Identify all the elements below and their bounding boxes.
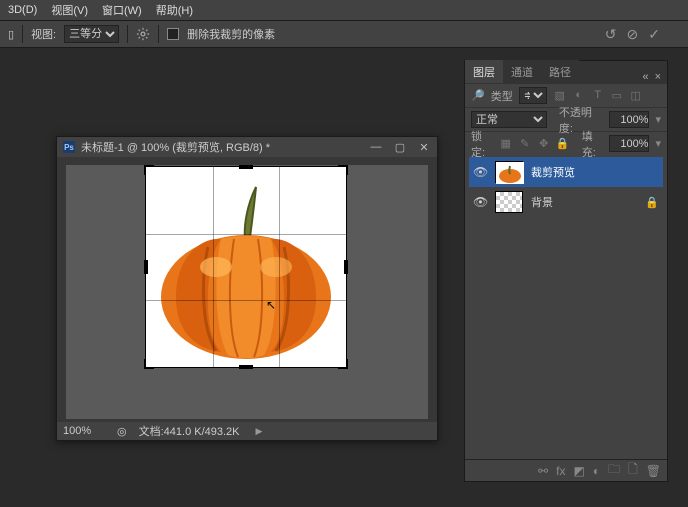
menu-3d[interactable]: 3D(D) bbox=[8, 4, 37, 16]
doc-info[interactable]: 文档:441.0 K/493.2K bbox=[139, 423, 240, 439]
lock-pixels-icon[interactable]: ✎ bbox=[518, 137, 532, 150]
link-layers-icon[interactable]: ⚯ bbox=[538, 464, 548, 478]
document-titlebar[interactable]: Ps 未标题-1 @ 100% (裁剪预览, RGB/8) * — ▢ ✕ bbox=[57, 137, 437, 157]
tab-channels[interactable]: 通道 bbox=[503, 60, 541, 83]
crop-marquee[interactable] bbox=[146, 167, 346, 367]
status-bar: 100% ◎ 文档:441.0 K/493.2K ▶ bbox=[57, 422, 437, 440]
delete-cropped-label: 删除我裁剪的像素 bbox=[187, 26, 275, 42]
minimize-button[interactable]: — bbox=[369, 141, 383, 154]
menu-window[interactable]: 窗口(W) bbox=[102, 2, 142, 18]
opacity-input[interactable] bbox=[609, 111, 649, 128]
layer-thumb[interactable] bbox=[495, 191, 523, 213]
panel-tabs: 图层 通道 路径 « × bbox=[465, 61, 667, 83]
panels-dock: 图层 通道 路径 « × 🔎 类型 ≑ ▧ ◐ T ▭ ◫ bbox=[464, 60, 668, 486]
filter-kind-icon[interactable]: 🔎 bbox=[471, 89, 485, 102]
filter-shape-icon[interactable]: ▭ bbox=[610, 89, 624, 102]
filter-smart-icon[interactable]: ◫ bbox=[629, 89, 643, 102]
crop-handle-b[interactable] bbox=[239, 365, 253, 369]
blend-mode-select[interactable]: 正常 bbox=[471, 111, 547, 128]
mask-icon[interactable]: ◩ bbox=[574, 464, 585, 478]
lock-pos-icon[interactable]: ✥ bbox=[537, 137, 551, 150]
tab-paths[interactable]: 路径 bbox=[541, 60, 579, 83]
crop-handle-t[interactable] bbox=[239, 165, 253, 169]
crop-handle-br[interactable] bbox=[338, 359, 348, 369]
document-title: 未标题-1 @ 100% (裁剪预览, RGB/8) * bbox=[81, 139, 270, 155]
filter-kind-select[interactable]: ≑ bbox=[519, 87, 547, 104]
crop-tool-icon: ▯ bbox=[8, 28, 14, 41]
layer-thumb[interactable] bbox=[495, 161, 523, 183]
zoom-level[interactable]: 100% bbox=[63, 425, 105, 437]
lock-icon: 🔒 bbox=[645, 196, 659, 209]
close-panel-icon[interactable]: × bbox=[655, 71, 661, 83]
cursor-icon: ↖ bbox=[266, 298, 276, 312]
layers-list: 👁 裁剪预览 👁 背景 🔒 bbox=[465, 155, 667, 459]
status-nav-icon[interactable]: ◎ bbox=[117, 425, 127, 438]
menu-bar: 3D(D) 视图(V) 窗口(W) 帮助(H) bbox=[0, 0, 688, 20]
delete-cropped-checkbox[interactable] bbox=[167, 28, 179, 40]
commit-icon[interactable]: ✓ bbox=[648, 26, 660, 43]
crop-handle-l[interactable] bbox=[144, 260, 148, 274]
canvas[interactable]: ↖ bbox=[66, 165, 428, 419]
filter-adjust-icon[interactable]: ◐ bbox=[572, 89, 586, 102]
crop-handle-bl[interactable] bbox=[144, 359, 154, 369]
layers-panel: 图层 通道 路径 « × 🔎 类型 ≑ ▧ ◐ T ▭ ◫ bbox=[464, 60, 668, 482]
filter-pixel-icon[interactable]: ▧ bbox=[553, 89, 567, 102]
overlay-select[interactable]: 三等分 bbox=[64, 25, 119, 43]
filter-kind-label: 类型 bbox=[491, 88, 513, 104]
group-icon[interactable]: 🗀 bbox=[608, 460, 620, 481]
layers-bottom-icons: ⚯ fx ◩ ◐ 🗀 🗋 🗑 bbox=[465, 459, 667, 481]
fx-icon[interactable]: fx bbox=[556, 464, 565, 478]
adjustment-icon[interactable]: ◐ bbox=[593, 464, 600, 478]
workspace: Ps 未标题-1 @ 100% (裁剪预览, RGB/8) * — ▢ ✕ bbox=[0, 48, 688, 507]
maximize-button[interactable]: ▢ bbox=[393, 141, 407, 154]
gear-icon[interactable] bbox=[136, 27, 150, 41]
visibility-icon[interactable]: 👁 bbox=[473, 195, 487, 209]
lock-trans-icon[interactable]: ▦ bbox=[499, 137, 513, 150]
delete-layer-icon[interactable]: 🗑 bbox=[646, 464, 661, 478]
layer-name[interactable]: 裁剪预览 bbox=[531, 164, 575, 180]
layer-row[interactable]: 👁 背景 🔒 bbox=[469, 187, 663, 217]
reset-icon[interactable]: ↺ bbox=[605, 26, 617, 43]
close-button[interactable]: ✕ bbox=[417, 141, 431, 154]
opacity-flyout-icon[interactable]: ▾ bbox=[655, 113, 661, 126]
ps-icon: Ps bbox=[63, 141, 75, 153]
layer-row[interactable]: 👁 裁剪预览 bbox=[469, 157, 663, 187]
tab-layers[interactable]: 图层 bbox=[465, 60, 503, 83]
visibility-icon[interactable]: 👁 bbox=[473, 165, 487, 179]
fill-flyout-icon[interactable]: ▾ bbox=[655, 137, 661, 150]
layer-name[interactable]: 背景 bbox=[531, 194, 553, 210]
lock-label: 锁定: bbox=[471, 128, 493, 160]
doc-info-flyout-icon[interactable]: ▶ bbox=[256, 426, 263, 437]
crop-handle-tr[interactable] bbox=[338, 165, 348, 175]
lock-all-icon[interactable]: 🔒 bbox=[556, 137, 570, 150]
menu-help[interactable]: 帮助(H) bbox=[156, 2, 193, 18]
filter-type-icon[interactable]: T bbox=[591, 89, 605, 102]
collapse-icon[interactable]: « bbox=[642, 71, 648, 83]
fill-input[interactable] bbox=[609, 135, 649, 152]
crop-handle-tl[interactable] bbox=[144, 165, 154, 175]
crop-handle-r[interactable] bbox=[344, 260, 348, 274]
new-layer-icon[interactable]: 🗋 bbox=[628, 460, 638, 481]
menu-view[interactable]: 视图(V) bbox=[51, 2, 88, 18]
document-window: Ps 未标题-1 @ 100% (裁剪预览, RGB/8) * — ▢ ✕ bbox=[56, 136, 438, 441]
options-bar: ▯ 视图: 三等分 删除我裁剪的像素 ↺ ⊘ ✓ bbox=[0, 20, 688, 48]
fill-label: 填充: bbox=[582, 128, 604, 160]
cancel-icon[interactable]: ⊘ bbox=[627, 26, 639, 43]
overlay-label: 视图: bbox=[31, 26, 56, 42]
